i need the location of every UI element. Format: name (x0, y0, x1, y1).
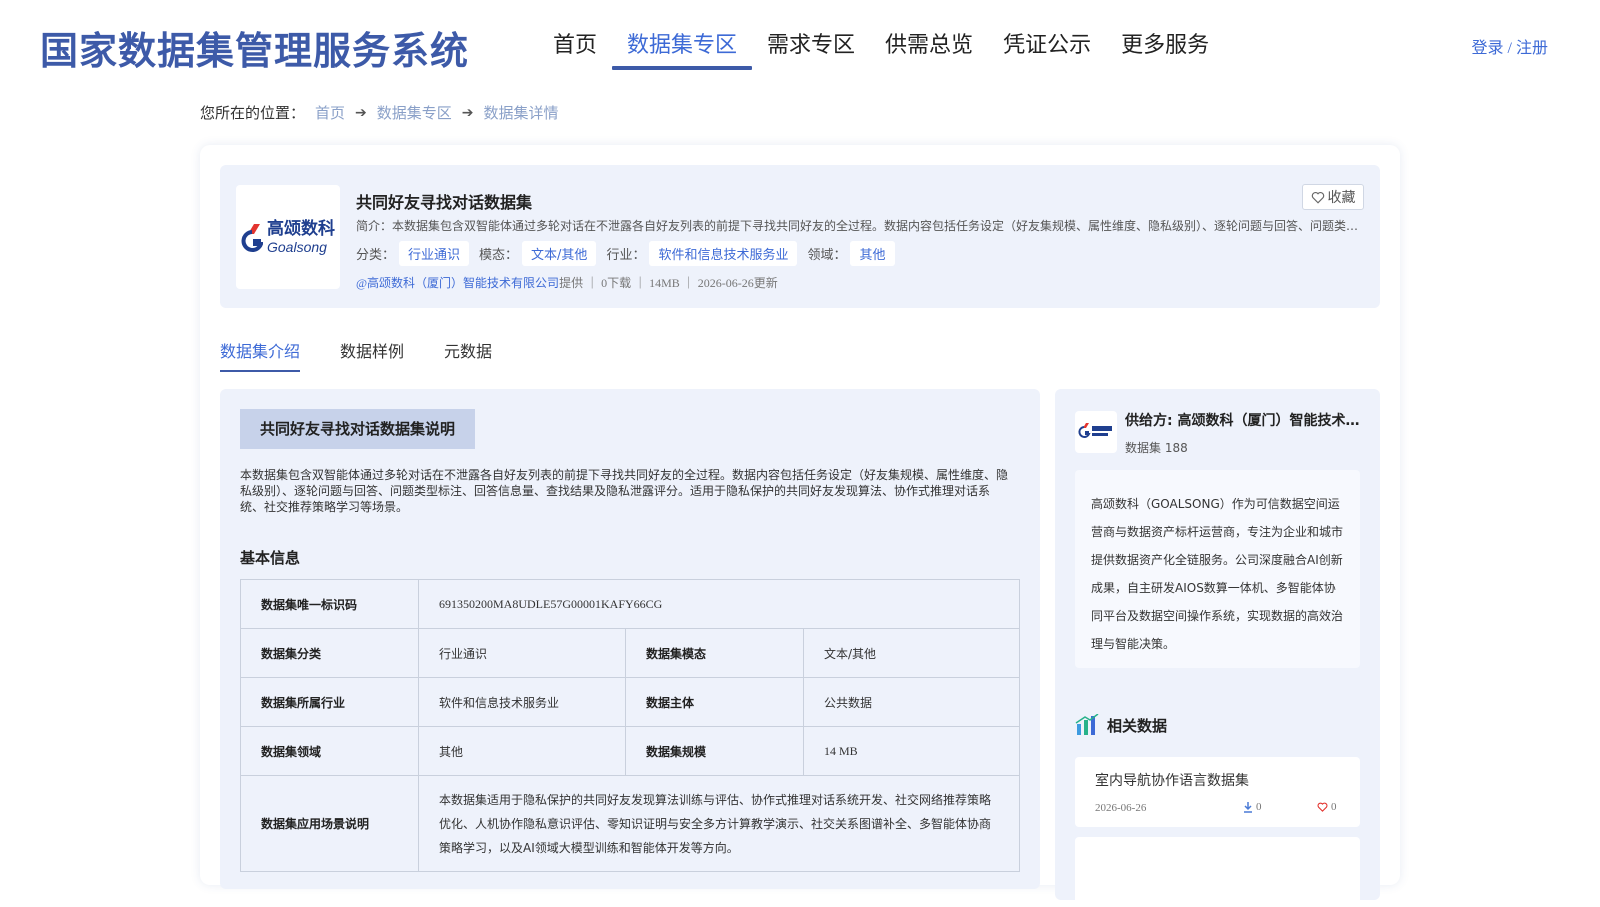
tab-samples[interactable]: 数据样例 (340, 338, 404, 372)
table-value: 文本/其他 (803, 628, 1020, 678)
download-count: 0 (1256, 801, 1262, 813)
table-value: 软件和信息技术服务业 (418, 677, 626, 727)
provider-dataset-count: 数据集 188 (1125, 441, 1188, 455)
breadcrumb-detail[interactable]: 数据集详情 (484, 102, 559, 123)
table-key: 数据主体 (625, 677, 804, 727)
intro-panel: 共同好友寻找对话数据集说明 本数据集包含双智能体通过多轮对话在不泄露各自好友列表… (220, 389, 1040, 889)
table-value: 行业通识 (418, 628, 626, 678)
nav-more-services[interactable]: 更多服务 (1106, 28, 1224, 68)
table-key: 数据集模态 (625, 628, 804, 678)
dataset-summary: 高颂数科 Goalsong 共同好友寻找对话数据集 简介：本数据集包含双智能体通… (220, 165, 1380, 308)
goalsong-logo-icon (1078, 423, 1112, 438)
arrow-right-icon: ➔ (355, 104, 367, 121)
table-row: 数据集唯一标识码 691350200MA8UDLE57G00001KAFY66C… (240, 579, 1020, 629)
table-row: 数据集所属行业 软件和信息技术服务业 数据主体 公共数据 (240, 677, 1020, 727)
basic-info-title: 基本信息 (240, 549, 301, 567)
dataset-tags: 分类： 行业通识 模态： 文本/其他 行业： 软件和信息技术服务业 领域： 其他 (356, 241, 905, 266)
logo-cn-text: 高颂数科 (267, 218, 335, 239)
related-item-title[interactable]: 室内导航协作语言数据集 (1095, 770, 1249, 790)
like-count: 0 (1331, 801, 1337, 813)
table-row: 数据集应用场景说明 本数据集适用于隐私保护的共同好友发现算法训练与评估、协作式推… (240, 775, 1020, 872)
provider-logo: 高颂数科 Goalsong (236, 185, 340, 289)
login-register-text[interactable]: 登录 / 注册 (1472, 40, 1548, 57)
dataset-title: 共同好友寻找对话数据集 (356, 193, 533, 212)
tag-category[interactable]: 行业通识 (399, 241, 470, 266)
dataset-meta-stats: 提供 ｜ 0下载 ｜ 14MB ｜ 2026-06-26更新 (559, 276, 778, 290)
login-register-link[interactable]: 登录 / 注册 (1472, 34, 1548, 58)
tag-label-modality: 模态： (479, 248, 519, 263)
provider-avatar[interactable] (1075, 411, 1117, 453)
basic-info-table: 数据集唯一标识码 691350200MA8UDLE57G00001KAFY66C… (240, 579, 1020, 872)
table-key: 数据集应用场景说明 (240, 775, 419, 872)
provider-card: 供给方: 高颂数科（厦门）智能技术有限公司 数据集 188 高颂数科（GOALS… (1055, 389, 1380, 714)
site-title[interactable]: 国家数据集管理服务系统 (40, 20, 469, 75)
tab-metadata[interactable]: 元数据 (444, 338, 492, 372)
tag-label-category: 分类： (356, 248, 396, 263)
intro-description: 本数据集包含双智能体通过多轮对话在不泄露各自好友列表的前提下寻找共同好友的全过程… (240, 468, 1009, 514)
table-value: 本数据集适用于隐私保护的共同好友发现算法训练与评估、协作式推理对话系统开发、社交… (418, 775, 1020, 872)
breadcrumb-datasets[interactable]: 数据集专区 (377, 102, 452, 123)
list-item[interactable]: 室内导航协作语言数据集 2026-06-26 0 0 (1075, 757, 1360, 827)
nav-credentials[interactable]: 凭证公示 (988, 28, 1106, 68)
table-value: 其他 (418, 726, 626, 776)
detail-tabs: 数据集介绍 数据样例 元数据 (220, 338, 492, 372)
list-item[interactable] (1075, 837, 1360, 907)
favorite-label: 收藏 (1327, 190, 1356, 206)
provider-name[interactable]: 供给方: 高颂数科（厦门）智能技术有限公司 (1125, 410, 1365, 430)
table-key: 数据集唯一标识码 (240, 579, 419, 629)
heart-outline-icon (1317, 802, 1328, 812)
tag-label-industry: 行业： (606, 248, 646, 263)
logo-en-text: Goalsong (267, 238, 327, 255)
site-header: 国家数据集管理服务系统 首页 数据集专区 需求专区 供需总览 凭证公示 更多服务… (0, 0, 1600, 90)
table-row: 数据集领域 其他 数据集规模 14 MB (240, 726, 1020, 776)
table-key: 数据集领域 (240, 726, 419, 776)
table-row: 数据集分类 行业通识 数据集模态 文本/其他 (240, 628, 1020, 678)
related-header: 相关数据 (1075, 714, 1167, 736)
table-value: 14 MB (803, 726, 1020, 776)
table-key: 数据集分类 (240, 628, 419, 678)
bar-chart-icon (1075, 714, 1099, 735)
table-value: 691350200MA8UDLE57G00001KAFY66CG (418, 579, 1020, 629)
related-data-card: 相关数据 室内导航协作语言数据集 2026-06-26 0 0 (1055, 700, 1380, 907)
related-item-date: 2026-06-26 (1095, 802, 1147, 814)
table-key: 数据集规模 (625, 726, 804, 776)
tab-intro[interactable]: 数据集介绍 (220, 338, 301, 372)
tag-domain[interactable]: 其他 (850, 241, 895, 266)
favorite-button[interactable]: 收藏 (1302, 184, 1364, 210)
nav-overview[interactable]: 供需总览 (870, 28, 988, 68)
nav-home[interactable]: 首页 (538, 28, 612, 68)
provider-link[interactable]: @高颂数科（厦门）智能技术有限公司 (356, 276, 559, 290)
main-nav: 首页 数据集专区 需求专区 供需总览 凭证公示 更多服务 (538, 28, 1224, 70)
download-icon (1244, 801, 1252, 813)
nav-datasets[interactable]: 数据集专区 (612, 28, 753, 70)
goalsong-logo-mark-icon (241, 224, 263, 252)
table-key: 数据集所属行业 (240, 677, 419, 727)
breadcrumb-home[interactable]: 首页 (315, 102, 345, 123)
intro-heading: 共同好友寻找对话数据集说明 (240, 409, 476, 449)
related-item-likes: 0 (1317, 801, 1337, 813)
arrow-right-icon: ➔ (461, 104, 474, 121)
heart-outline-icon (1311, 191, 1324, 204)
provider-description: 高颂数科（GOALSONG）作为可信数据空间运营商与数据资产标杆运营商，专注为企… (1075, 470, 1360, 668)
dataset-detail-card: 高颂数科 Goalsong 共同好友寻找对话数据集 简介：本数据集包含双智能体通… (200, 145, 1400, 907)
breadcrumb-label: 您所在的位置： (200, 104, 306, 122)
tag-modality[interactable]: 文本/其他 (522, 241, 597, 266)
nav-demands[interactable]: 需求专区 (752, 28, 870, 68)
table-value: 公共数据 (803, 677, 1020, 727)
tag-label-domain: 领域： (807, 248, 847, 263)
related-item-downloads: 0 (1243, 801, 1262, 813)
breadcrumb: 您所在的位置： 首页 ➔ 数据集专区 ➔ 数据集详情 (200, 102, 559, 123)
dataset-meta: @高颂数科（厦门）智能技术有限公司提供 ｜ 0下载 ｜ 14MB ｜ 2026-… (356, 274, 778, 291)
dataset-intro: 简介：本数据集包含双智能体通过多轮对话在不泄露各自好友列表的前提下寻找共同好友的… (356, 219, 1366, 233)
tag-industry[interactable]: 软件和信息技术服务业 (649, 241, 798, 266)
related-title: 相关数据 (1107, 716, 1168, 735)
